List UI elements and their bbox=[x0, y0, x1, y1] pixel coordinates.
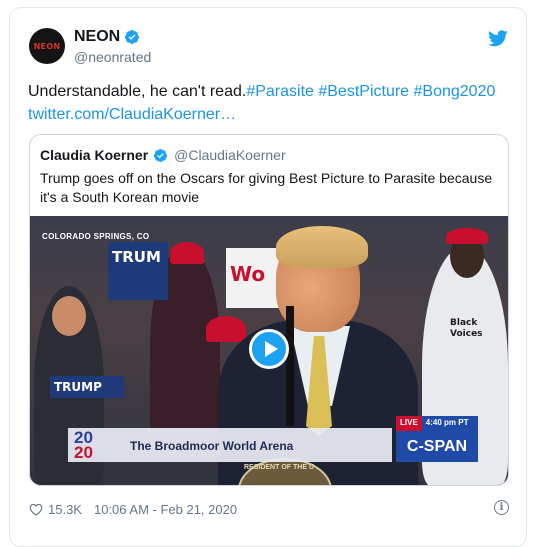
avatar-logo: NEON bbox=[33, 41, 61, 51]
quoted-author-name: Claudia Koerner bbox=[40, 147, 149, 163]
quoted-author-handle: @ClaudiaKoerner bbox=[174, 147, 286, 163]
quoted-tweet[interactable]: Claudia Koerner @ClaudiaKoerner Trump go… bbox=[29, 134, 509, 486]
tweet-body: Understandable, he can't read. bbox=[28, 83, 247, 100]
red-cap bbox=[446, 228, 488, 244]
tweet-timestamp[interactable]: 10:06 AM - Feb 21, 2020 bbox=[94, 502, 237, 517]
tweet-footer: 15.3K 10:06 AM - Feb 21, 2020 i bbox=[29, 500, 509, 517]
red-cap bbox=[170, 242, 204, 264]
author-name-row[interactable]: NEON bbox=[74, 28, 140, 46]
info-icon[interactable]: i bbox=[494, 500, 509, 515]
microphone bbox=[286, 306, 294, 426]
crowd-face bbox=[52, 296, 86, 336]
quoted-tweet-header: Claudia Koerner @ClaudiaKoerner bbox=[40, 147, 286, 163]
twitter-bird-icon[interactable] bbox=[488, 30, 508, 47]
crowd-sign: Black Voices bbox=[450, 318, 483, 339]
speaker-hair bbox=[276, 226, 368, 268]
tweet-link[interactable]: twitter.com/ClaudiaKoerner… bbox=[28, 106, 236, 123]
like-count[interactable]: 15.3K bbox=[48, 502, 82, 517]
crowd-sign: TRUM bbox=[108, 242, 168, 300]
verified-badge-icon bbox=[154, 148, 168, 162]
crowd-sign: Wo bbox=[226, 248, 282, 308]
red-cap bbox=[206, 316, 246, 342]
verified-badge-icon bbox=[125, 30, 140, 44]
author-handle[interactable]: @neonrated bbox=[74, 49, 151, 65]
location-caption: COLORADO SPRINGS, CO bbox=[42, 232, 150, 241]
play-icon bbox=[264, 341, 278, 357]
live-indicator: LIVE 4:40 pm PT bbox=[396, 416, 478, 431]
venue-caption: The Broadmoor World Arena bbox=[130, 439, 294, 453]
crowd-sign: TRUMP bbox=[50, 376, 124, 398]
heart-icon[interactable] bbox=[29, 503, 43, 516]
quoted-tweet-text: Trump goes off on the Oscars for giving … bbox=[40, 170, 493, 205]
live-label: LIVE bbox=[396, 416, 422, 431]
avatar[interactable]: NEON bbox=[29, 28, 65, 64]
tweet-card[interactable]: NEON NEON @neonrated Understandable, he … bbox=[9, 7, 527, 547]
video-thumbnail[interactable]: TRUM TRUMP Wo Black Voices COLORADO SPRI… bbox=[30, 216, 508, 485]
author-display-name[interactable]: NEON bbox=[74, 28, 120, 46]
seal-text: RESIDENT OF THE U bbox=[244, 464, 315, 471]
play-button[interactable] bbox=[249, 329, 289, 369]
logo-2020-bottom: 20 bbox=[74, 443, 93, 462]
broadcast-time: 4:40 pm PT bbox=[421, 416, 478, 431]
network-logo: C-SPAN bbox=[396, 431, 478, 462]
campaign-2020-logo: 20 20 bbox=[74, 429, 114, 462]
tweet-hashtags[interactable]: #Parasite #BestPicture #Bong2020 bbox=[246, 83, 495, 100]
tweet-text: Understandable, he can't read.#Parasite … bbox=[28, 80, 518, 126]
